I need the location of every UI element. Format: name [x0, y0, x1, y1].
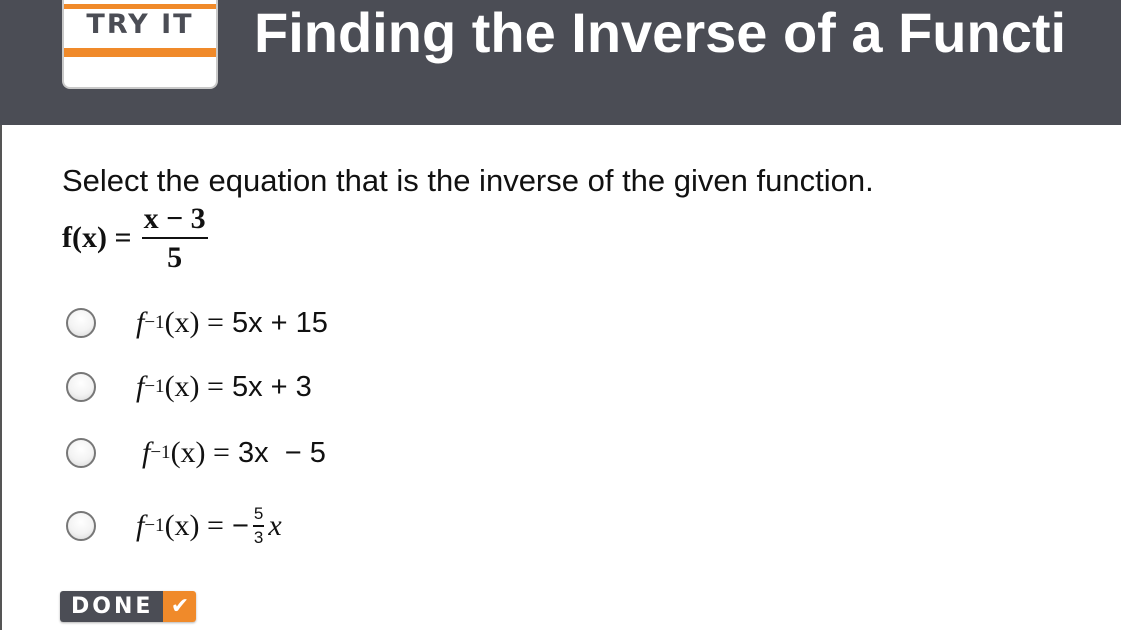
given-function: f(x) = x − 3 5 — [62, 200, 210, 276]
option-4-denominator: 3 — [253, 527, 264, 547]
option-3-arg: (x) = — [170, 436, 230, 469]
given-function-denominator: 5 — [167, 241, 183, 274]
answer-option-4[interactable]: f −1 (x) = −5 3 x — [66, 501, 566, 551]
option-2-rhs: 5x + 3 — [231, 370, 312, 403]
given-function-numerator: x − 3 — [141, 202, 208, 239]
option-1-arg: (x) = — [164, 306, 224, 339]
header-bar: TRY IT Finding the Inverse of a Functi — [0, 0, 1121, 125]
option-2-f: f — [136, 370, 145, 403]
radio-button-3[interactable] — [66, 438, 96, 468]
option-4-variable: x — [268, 509, 282, 542]
badge-label: TRY IT — [86, 9, 194, 40]
option-1-rhs: 5x + 15 — [231, 306, 328, 339]
option-3-equation: f −1 (x) = 3x − 5 — [142, 436, 326, 469]
option-2-equation: f −1 (x) = 5x + 3 — [136, 370, 312, 403]
question-prompt: Select the equation that is the inverse … — [62, 163, 874, 198]
radio-button-2[interactable] — [66, 372, 96, 402]
answer-option-1[interactable]: f −1 (x) = 5x + 15 — [66, 303, 566, 343]
answer-option-2[interactable]: f −1 (x) = 5x + 3 — [66, 367, 566, 407]
option-4-fraction: 53 — [252, 504, 265, 547]
badge-stripe-bottom — [64, 48, 216, 57]
given-function-fraction: x − 3 5 — [141, 202, 208, 274]
radio-button-4[interactable] — [66, 511, 96, 541]
answer-option-3[interactable]: f −1 (x) = 3x − 5 — [66, 433, 566, 473]
option-3-f: f — [142, 436, 151, 469]
content-left-border — [0, 125, 2, 630]
option-3-rhs: 3x − 5 — [237, 436, 326, 469]
done-button[interactable]: DONE ✔ — [60, 591, 197, 622]
radio-button-1[interactable] — [66, 308, 96, 338]
option-4-equation: f −1 (x) = −5 3 x — [136, 503, 282, 547]
option-4-rhs-sign: − — [231, 509, 249, 542]
option-2-arg: (x) = — [164, 370, 224, 403]
option-4-numerator: 5 — [252, 504, 265, 527]
option-4-f: f — [136, 509, 145, 542]
option-1-f: f — [136, 306, 145, 339]
checkmark-icon: ✔ — [163, 591, 197, 622]
done-button-label: DONE — [60, 591, 164, 622]
page-title: Finding the Inverse of a Functi — [254, 1, 1067, 64]
given-function-lhs: f(x) = — [62, 221, 132, 254]
try-it-badge: TRY IT — [62, 0, 218, 89]
option-4-arg: (x) = — [164, 509, 224, 542]
option-1-equation: f −1 (x) = 5x + 15 — [136, 306, 328, 339]
